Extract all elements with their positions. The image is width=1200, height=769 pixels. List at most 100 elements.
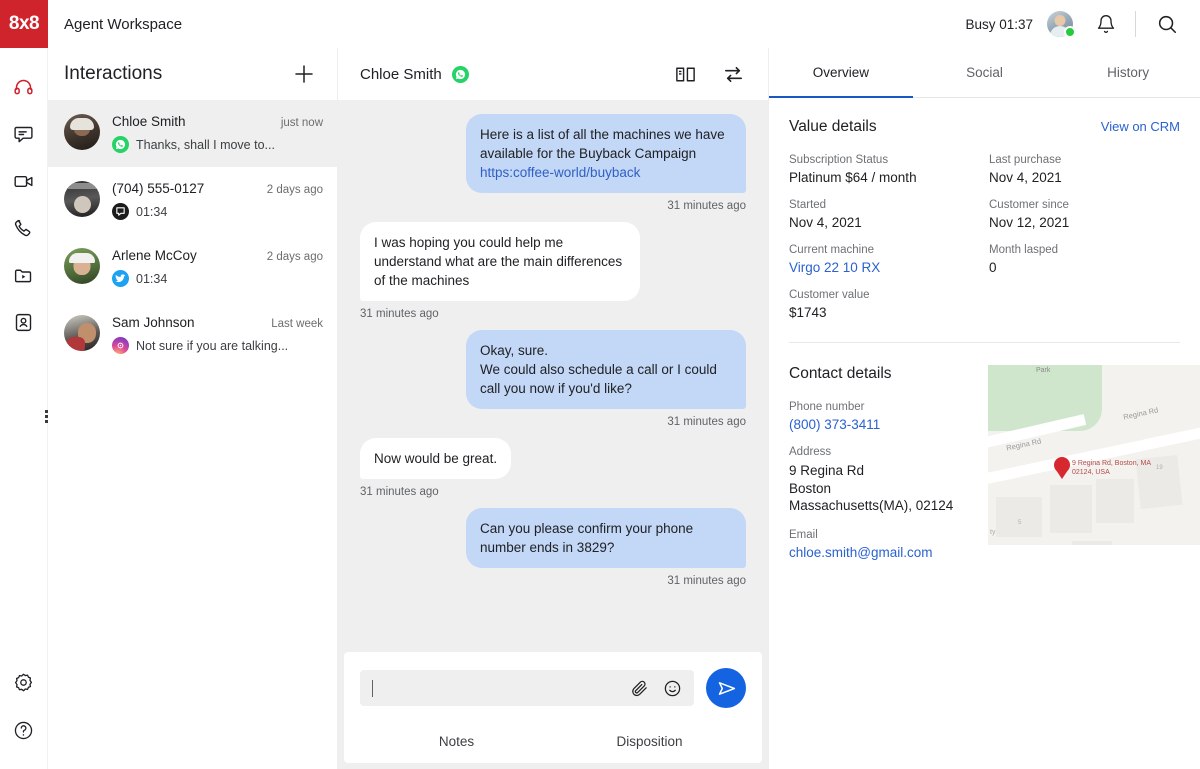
text-caret bbox=[372, 679, 373, 697]
composer-icons bbox=[630, 679, 682, 698]
top-bar-right: Busy 01:37 bbox=[965, 0, 1200, 48]
message-bubble: Can you please confirm your phone number… bbox=[466, 508, 746, 568]
whatsapp-icon bbox=[451, 65, 469, 83]
rail-bottom-group bbox=[9, 667, 39, 769]
sms-icon bbox=[112, 203, 129, 220]
address-line-3: Massachusetts(MA), 02124 bbox=[789, 498, 954, 513]
message-bubble: Here is a list of all the machines we ha… bbox=[466, 114, 746, 193]
composer-tabs: Notes Disposition bbox=[360, 722, 746, 763]
field-label: Started bbox=[789, 199, 827, 211]
field-label: Last purchase bbox=[989, 154, 1062, 166]
tab-history[interactable]: History bbox=[1056, 48, 1200, 97]
message-preview: Not sure if you are talking... bbox=[136, 338, 289, 353]
help-circle-icon[interactable] bbox=[9, 715, 39, 745]
chat-header-actions bbox=[672, 61, 746, 87]
video-camera-icon[interactable] bbox=[9, 166, 39, 196]
phone-number-link[interactable]: (800) 373-3411 bbox=[789, 417, 978, 432]
interactions-panel: Interactions Chloe Smith just now Thanks… bbox=[48, 48, 338, 769]
contact-name: Sam Johnson bbox=[112, 315, 195, 330]
message-text: Here is a list of all the machines we ha… bbox=[480, 127, 725, 161]
chat-contact-name: Chloe Smith bbox=[360, 65, 442, 83]
tab-disposition[interactable]: Disposition bbox=[553, 722, 746, 763]
headset-icon[interactable] bbox=[9, 72, 39, 102]
bell-icon[interactable] bbox=[1091, 9, 1121, 39]
search-icon[interactable] bbox=[1152, 9, 1182, 39]
list-item[interactable]: Arlene McCoy 2 days ago 01:34 bbox=[48, 234, 337, 301]
message-preview: 01:34 bbox=[136, 204, 168, 219]
brand-logo[interactable]: 8x8 bbox=[0, 0, 48, 48]
list-item-top: Chloe Smith just now bbox=[112, 114, 323, 129]
map-edge-label: ty bbox=[990, 529, 996, 536]
field-value: Nov 12, 2021 bbox=[989, 215, 1070, 230]
timestamp: 2 days ago bbox=[266, 184, 323, 196]
field-value: $1743 bbox=[789, 305, 827, 320]
value-details-grid: Subscription Status Platinum $64 / month… bbox=[789, 154, 1180, 320]
transfer-arrows-icon[interactable] bbox=[720, 61, 746, 87]
list-item-bottom: 01:34 bbox=[112, 203, 323, 220]
address-line-1: 9 Regina Rd bbox=[789, 463, 865, 478]
presence-dot bbox=[1064, 26, 1076, 38]
whatsapp-icon bbox=[112, 136, 129, 153]
field-customer-since: Customer since Nov 12, 2021 bbox=[989, 199, 1180, 230]
message-bubble: Now would be great. bbox=[360, 438, 512, 479]
chat-bubble-icon[interactable] bbox=[9, 119, 39, 149]
panel-tabs: Overview Social History bbox=[769, 48, 1200, 98]
section-title: Contact details bbox=[789, 365, 892, 382]
contact-details-section: Contact details Phone number (800) 373-3… bbox=[769, 343, 1200, 574]
tab-notes[interactable]: Notes bbox=[360, 722, 553, 763]
timestamp: 2 days ago bbox=[266, 251, 323, 263]
view-on-crm-link[interactable]: View on CRM bbox=[1101, 119, 1180, 134]
sidebar-collapse-handle[interactable] bbox=[42, 403, 51, 429]
chat-header: Chloe Smith bbox=[338, 48, 768, 100]
tab-overview[interactable]: Overview bbox=[769, 48, 913, 98]
address-line-2: Boston bbox=[789, 480, 832, 496]
field-label: Month lasped bbox=[989, 244, 1059, 256]
list-item-top: (704) 555-0127 2 days ago bbox=[112, 181, 323, 196]
map-block bbox=[996, 497, 1042, 537]
folder-play-icon[interactable] bbox=[9, 260, 39, 290]
message-link[interactable]: https:coffee-world/buyback bbox=[480, 165, 640, 180]
section-title: Value details bbox=[789, 118, 877, 135]
address-map[interactable]: Park Regina Rd Regina Rd 5 19 9 Regina R… bbox=[988, 365, 1200, 545]
field-label: Email bbox=[789, 528, 818, 541]
agent-status: Busy 01:37 bbox=[965, 16, 1033, 32]
email-link[interactable]: chloe.smith@gmail.com bbox=[789, 545, 978, 560]
map-block-number-1: 5 bbox=[1018, 520, 1022, 526]
list-item[interactable]: Chloe Smith just now Thanks, shall I mov… bbox=[48, 100, 337, 167]
message-group: Can you please confirm your phone number… bbox=[360, 508, 746, 587]
map-block bbox=[1050, 485, 1092, 533]
list-item[interactable]: (704) 555-0127 2 days ago 01:34 bbox=[48, 167, 337, 234]
timestamp: Last week bbox=[271, 318, 323, 330]
message-timestamp: 31 minutes ago bbox=[667, 416, 746, 428]
contact-card-icon[interactable] bbox=[9, 307, 39, 337]
plus-icon[interactable] bbox=[289, 59, 319, 89]
tab-social[interactable]: Social bbox=[913, 48, 1057, 97]
field-value: Nov 4, 2021 bbox=[989, 170, 1062, 185]
agent-avatar[interactable] bbox=[1047, 11, 1076, 38]
send-icon[interactable] bbox=[706, 668, 746, 708]
contact-details-body: Contact details Phone number (800) 373-3… bbox=[769, 365, 978, 574]
list-item-bottom: Not sure if you are talking... bbox=[112, 337, 323, 354]
field-value-link[interactable]: Virgo 22 10 RX bbox=[789, 260, 989, 275]
field-email: Email chloe.smith@gmail.com bbox=[789, 529, 978, 560]
avatar bbox=[64, 315, 100, 351]
phone-icon[interactable] bbox=[9, 213, 39, 243]
chat-panel: Chloe Smith Here is a list of all the ma… bbox=[338, 48, 768, 769]
smiley-icon[interactable] bbox=[663, 679, 682, 698]
list-item-bottom: Thanks, shall I move to... bbox=[112, 136, 323, 153]
list-item[interactable]: Sam Johnson Last week Not sure if you ar… bbox=[48, 301, 337, 368]
field-value: Platinum $64 / month bbox=[789, 170, 917, 185]
list-item-body: Arlene McCoy 2 days ago 01:34 bbox=[112, 248, 323, 287]
paperclip-icon[interactable] bbox=[630, 679, 649, 698]
field-phone-number: Phone number (800) 373-3411 bbox=[789, 401, 978, 432]
map-pin-label: 9 Regina Rd, Boston, MA 02124, USA bbox=[1072, 460, 1151, 476]
list-item-bottom: 01:34 bbox=[112, 270, 323, 287]
message-input[interactable] bbox=[360, 670, 694, 706]
gear-icon[interactable] bbox=[9, 667, 39, 697]
map-park-label: Park bbox=[1036, 367, 1051, 374]
interactions-title: Interactions bbox=[64, 63, 163, 84]
list-item-top: Sam Johnson Last week bbox=[112, 315, 323, 330]
list-item-body: Chloe Smith just now Thanks, shall I mov… bbox=[112, 114, 323, 153]
timestamp: just now bbox=[280, 117, 323, 129]
book-icon[interactable] bbox=[672, 61, 698, 87]
